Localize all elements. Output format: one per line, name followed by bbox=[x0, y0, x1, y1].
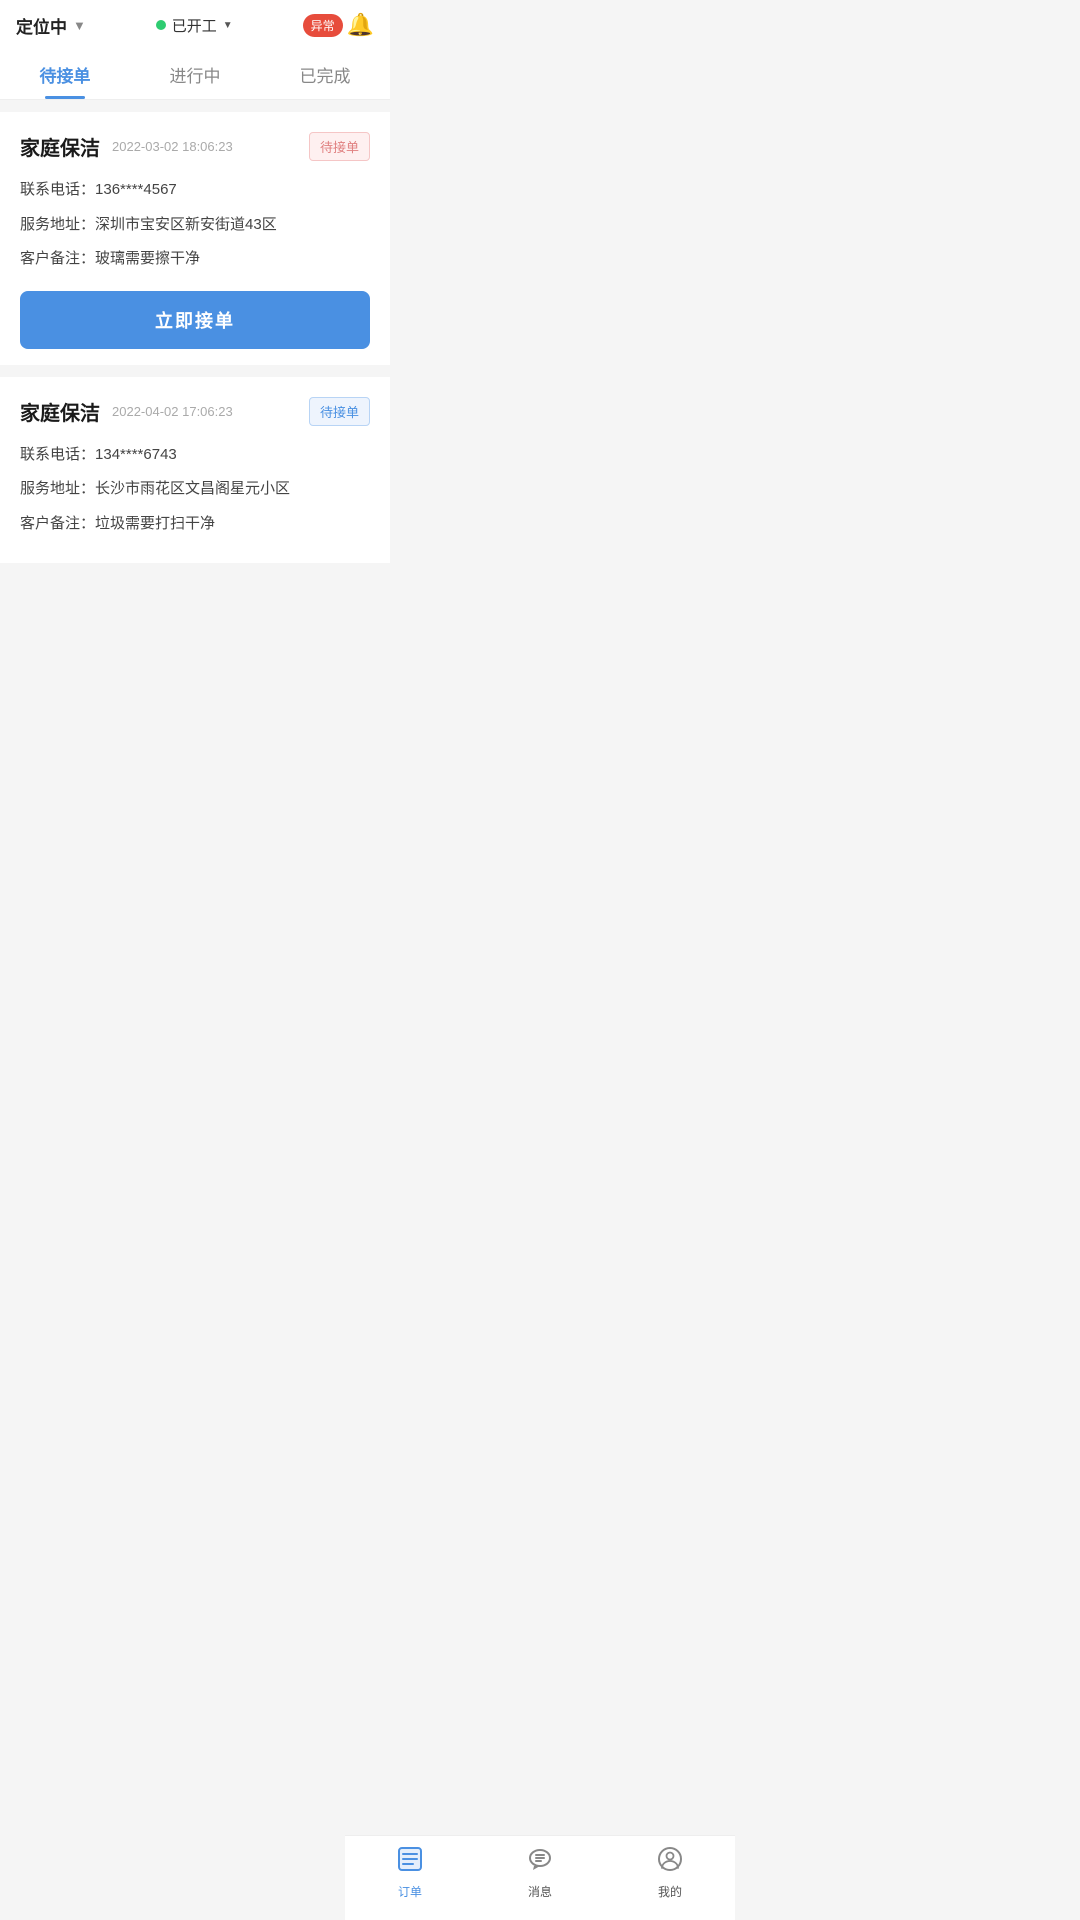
chevron-down-icon: ▼ bbox=[73, 18, 86, 33]
abnormal-badge[interactable]: 异常 bbox=[303, 14, 343, 37]
address-label-2: 服务地址： bbox=[20, 478, 95, 501]
order-title-group-1: 家庭保洁 2022-03-02 18:06:23 bbox=[20, 132, 233, 161]
profile-icon bbox=[657, 1846, 683, 1879]
nav-messages[interactable]: 消息 bbox=[527, 1846, 553, 1900]
top-bar: 定位中 ▼ 已开工 ▼ 异常 🔔 bbox=[0, 0, 390, 46]
order-address-row-2: 服务地址： 长沙市雨花区文昌阁星元小区 bbox=[20, 478, 370, 501]
order-title-2: 家庭保洁 bbox=[20, 397, 100, 426]
location-area[interactable]: 定位中 ▼ bbox=[16, 13, 86, 38]
address-value-1: 深圳市宝安区新安街道43区 bbox=[95, 214, 370, 237]
remark-value-2: 垃圾需要打扫干净 bbox=[95, 513, 370, 536]
location-text: 定位中 bbox=[16, 13, 67, 38]
messages-icon bbox=[527, 1846, 553, 1879]
bell-icon[interactable]: 🔔 bbox=[347, 12, 374, 38]
order-header-1: 家庭保洁 2022-03-02 18:06:23 待接单 bbox=[20, 132, 370, 161]
tab-completed[interactable]: 已完成 bbox=[260, 46, 390, 99]
order-remark-row-1: 客户备注： 玻璃需要擦干净 bbox=[20, 248, 370, 271]
phone-label-1: 联系电话： bbox=[20, 179, 95, 202]
phone-value-1: 136****4567 bbox=[95, 179, 370, 202]
status-text: 已开工 bbox=[172, 15, 217, 36]
phone-value-2: 134****6743 bbox=[95, 444, 370, 467]
status-badge-1: 待接单 bbox=[309, 132, 370, 161]
nav-orders[interactable]: 订单 bbox=[397, 1846, 423, 1900]
status-dot bbox=[156, 20, 166, 30]
nav-profile-label: 我的 bbox=[658, 1883, 682, 1900]
nav-profile[interactable]: 我的 bbox=[657, 1846, 683, 1900]
order-phone-row-2: 联系电话： 134****6743 bbox=[20, 444, 370, 467]
order-time-2: 2022-04-02 17:06:23 bbox=[112, 404, 233, 419]
tab-pending[interactable]: 待接单 bbox=[0, 46, 130, 99]
status-dropdown-icon[interactable]: ▼ bbox=[223, 20, 233, 31]
status-badge-2: 待接单 bbox=[309, 397, 370, 426]
remark-label-1: 客户备注： bbox=[20, 248, 95, 271]
tab-bar: 待接单 进行中 已完成 bbox=[0, 46, 390, 100]
phone-label-2: 联系电话： bbox=[20, 444, 95, 467]
order-header-2: 家庭保洁 2022-04-02 17:06:23 待接单 bbox=[20, 397, 370, 426]
orders-icon bbox=[397, 1846, 423, 1879]
address-label-1: 服务地址： bbox=[20, 214, 95, 237]
order-title-group-2: 家庭保洁 2022-04-02 17:06:23 bbox=[20, 397, 233, 426]
order-address-row-1: 服务地址： 深圳市宝安区新安街道43区 bbox=[20, 214, 370, 237]
order-time-1: 2022-03-02 18:06:23 bbox=[112, 139, 233, 154]
remark-value-1: 玻璃需要擦干净 bbox=[95, 248, 370, 271]
right-icons-group: 异常 🔔 bbox=[303, 12, 374, 38]
order-card-2: 家庭保洁 2022-04-02 17:06:23 待接单 联系电话： 134**… bbox=[0, 377, 390, 564]
order-phone-row-1: 联系电话： 136****4567 bbox=[20, 179, 370, 202]
address-value-2: 长沙市雨花区文昌阁星元小区 bbox=[95, 478, 370, 501]
order-title-1: 家庭保洁 bbox=[20, 132, 100, 161]
nav-orders-label: 订单 bbox=[398, 1883, 422, 1900]
bottom-nav: 订单 消息 我的 bbox=[345, 1835, 735, 1920]
tab-inprogress[interactable]: 进行中 bbox=[130, 46, 260, 99]
nav-messages-label: 消息 bbox=[528, 1883, 552, 1900]
order-card-1: 家庭保洁 2022-03-02 18:06:23 待接单 联系电话： 136**… bbox=[0, 112, 390, 365]
order-remark-row-2: 客户备注： 垃圾需要打扫干净 bbox=[20, 513, 370, 536]
accept-button-1[interactable]: 立即接单 bbox=[20, 291, 370, 349]
status-area: 已开工 ▼ bbox=[156, 15, 233, 36]
remark-label-2: 客户备注： bbox=[20, 513, 95, 536]
